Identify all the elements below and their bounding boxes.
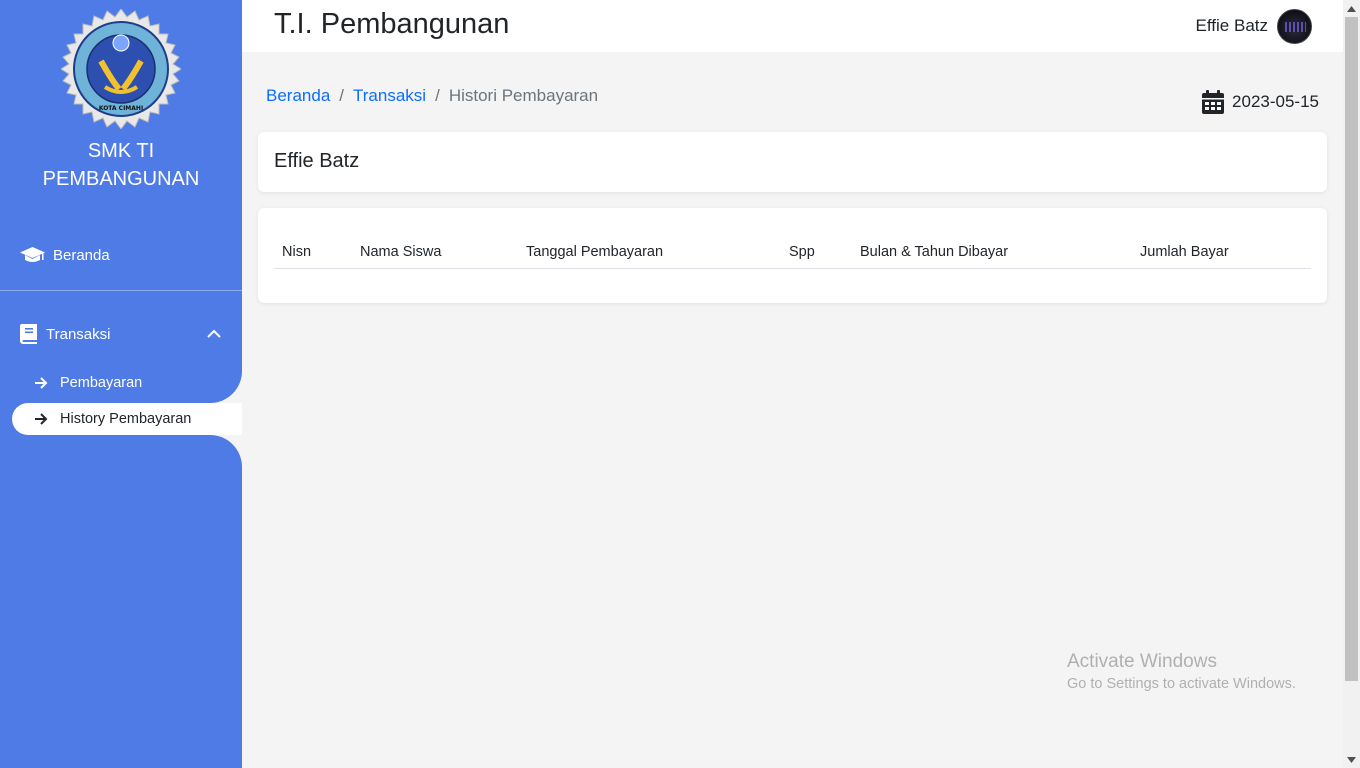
breadcrumb: Beranda / Transaksi / Histori Pembayaran [266,86,598,106]
topbar: T.I. Pembangunan Effie Batz [242,0,1343,52]
graduation-cap-icon [20,247,45,262]
sidebar-item-beranda[interactable]: Beranda [0,235,242,275]
calendar-icon [1202,90,1225,114]
breadcrumb-separator: / [435,86,440,105]
chevron-up-icon[interactable] [206,326,222,342]
menu-curve-decor [200,435,242,467]
history-table: Nisn Nama Siswa Tanggal Pembayaran Spp B… [274,240,1311,269]
student-name: Effie Batz [274,150,360,172]
column-header-bulan-tahun: Bulan & Tahun Dibayar [852,240,1132,269]
table-header-row: Nisn Nama Siswa Tanggal Pembayaran Spp B… [274,240,1311,269]
date-text: 2023-05-15 [1232,92,1319,111]
breadcrumb-current: Histori Pembayaran [448,86,599,105]
page-title: T.I. Pembangunan [274,8,510,40]
breadcrumb-link-transaksi[interactable]: Transaksi [353,86,426,106]
arrow-right-icon [35,377,48,389]
sidebar-item-label: Transaksi [46,325,111,343]
school-name: SMK TI PEMBANGUNAN [0,137,242,193]
avatar[interactable] [1277,9,1312,44]
breadcrumb-separator: / [339,86,345,105]
column-header-nisn: Nisn [274,240,352,269]
sidebar-subitem-pembayaran[interactable]: Pembayaran [12,367,242,399]
student-card: Effie Batz [258,132,1327,192]
column-header-spp: Spp [781,240,852,269]
watermark-title: Activate Windows [1067,651,1217,672]
arrow-right-icon [35,413,48,425]
school-name-line1: SMK TI [87,140,155,162]
user-name[interactable]: Effie Batz [1196,16,1268,36]
svg-text:KOTA CIMAHI: KOTA CIMAHI [99,105,143,112]
sidebar-divider [0,290,242,291]
school-seal-logo: KOTA CIMAHI [61,9,181,129]
book-icon [20,324,37,344]
column-header-tanggal-pembayaran: Tanggal Pembayaran [518,240,781,269]
scroll-down-button[interactable] [1343,751,1360,768]
history-table-card: Nisn Nama Siswa Tanggal Pembayaran Spp B… [258,208,1327,303]
sidebar-item-label: Beranda [53,246,110,264]
sidebar-subitem-label: Pembayaran [60,375,143,391]
current-date: 2023-05-15 [1202,90,1319,114]
scroll-up-button[interactable] [1343,0,1360,17]
school-name-line2: PEMBANGUNAN [42,168,200,190]
watermark-subtitle: Go to Settings to activate Windows. [1067,676,1296,692]
caret-down-icon [1347,756,1356,763]
sidebar: KOTA CIMAHI SMK TI PEMBANGUNAN Beranda T… [0,0,242,768]
caret-up-icon [1347,5,1356,12]
column-header-nama-siswa: Nama Siswa [352,240,518,269]
sidebar-subitem-history-pembayaran[interactable]: History Pembayaran [12,403,242,435]
windows-activation-watermark: Activate Windows Go to Settings to activ… [1067,651,1296,692]
scrollbar-thumb[interactable] [1345,17,1358,681]
sidebar-subitem-label: History Pembayaran [60,411,192,427]
column-header-jumlah-bayar: Jumlah Bayar [1132,240,1311,269]
vertical-scrollbar[interactable] [1343,0,1360,768]
breadcrumb-link-beranda[interactable]: Beranda [266,86,330,106]
sidebar-item-transaksi[interactable]: Transaksi [0,314,242,354]
